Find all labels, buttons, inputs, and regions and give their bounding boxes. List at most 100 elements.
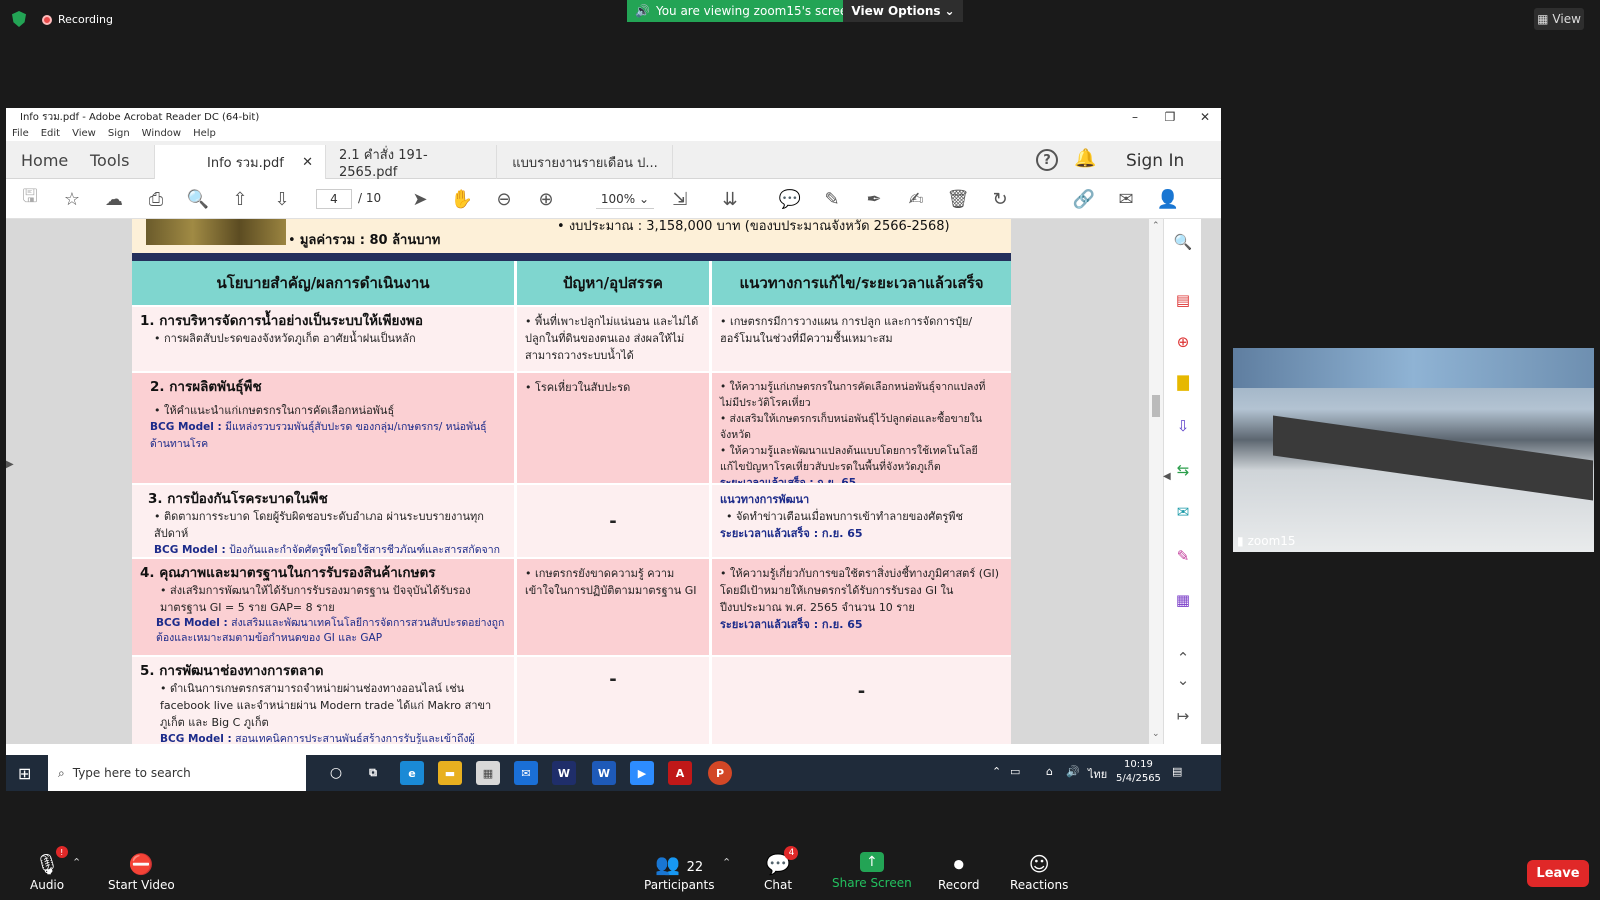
view-options-button[interactable]: View Options ⌄: [843, 0, 963, 22]
tab-home[interactable]: Home: [21, 141, 68, 179]
link-icon[interactable]: 🔗: [1072, 187, 1096, 211]
record-button[interactable]: ⏺ Record: [938, 852, 979, 892]
save-icon[interactable]: 🖫: [18, 186, 42, 211]
panel-down-icon[interactable]: ⌄: [1172, 669, 1194, 691]
recording-indicator[interactable]: Recording: [42, 13, 113, 26]
search-tools-icon[interactable]: 🔍: [1172, 231, 1194, 253]
share-tool-icon[interactable]: ✉: [1172, 501, 1194, 523]
tray-language[interactable]: ไทย: [1088, 765, 1107, 783]
zoom-search-icon[interactable]: 🔍: [186, 187, 210, 211]
right-panel-toggle-icon[interactable]: ◀: [1163, 471, 1171, 482]
highlight-pen-icon[interactable]: ✎: [820, 187, 844, 211]
word-icon[interactable]: W: [592, 761, 616, 785]
row-deadline: ระยะเวลาแล้วเสร็จ : ก.ย. 65: [720, 618, 863, 631]
share-screen-button[interactable]: ↑ Share Screen: [832, 852, 912, 890]
delete-trash-icon[interactable]: 🗑: [946, 187, 970, 211]
comment-tool-icon[interactable]: ▇: [1172, 371, 1194, 393]
create-pdf-icon[interactable]: ⊕: [1172, 331, 1194, 353]
doc-tab-3[interactable]: แบบรายงานรายเดือน ป...: [498, 145, 673, 179]
menu-help[interactable]: Help: [193, 128, 216, 139]
minimize-button[interactable]: –: [1116, 108, 1154, 126]
search-placeholder: Type here to search: [72, 766, 191, 780]
zoom-app-icon[interactable]: ▶: [630, 761, 654, 785]
menu-view[interactable]: View: [72, 128, 96, 139]
audio-button[interactable]: 🎙! Audio: [30, 846, 68, 892]
print-icon[interactable]: ⎙: [144, 187, 168, 211]
edit-pdf-icon[interactable]: ✍: [904, 187, 928, 211]
scroll-thumb[interactable]: [1152, 395, 1160, 417]
fit-page-icon[interactable]: ⇲: [668, 187, 692, 211]
start-video-button[interactable]: ⛔ Start Video: [108, 852, 175, 892]
restore-button[interactable]: ❐: [1151, 108, 1189, 126]
close-tab-icon[interactable]: ✕: [302, 155, 313, 170]
start-windows-icon[interactable]: ⊞: [18, 764, 31, 783]
panel-up-icon[interactable]: ⌃: [1172, 647, 1194, 669]
form-tool-icon[interactable]: ▦: [1172, 589, 1194, 611]
sign-in-link[interactable]: Sign In: [1126, 151, 1184, 171]
bookmark-star-icon[interactable]: ☆: [60, 187, 84, 211]
task-view-icon[interactable]: ⧉: [361, 761, 385, 785]
scroll-up-icon[interactable]: ⌃: [1152, 221, 1160, 231]
close-window-button[interactable]: ✕: [1186, 108, 1224, 126]
participants-menu-chevron-icon[interactable]: ⌃: [722, 856, 731, 869]
tray-overflow-icon[interactable]: ⌃: [992, 765, 1001, 778]
leave-button[interactable]: Leave: [1527, 860, 1589, 887]
participants-button[interactable]: 👥 22 Participants: [644, 852, 715, 892]
tray-network-icon[interactable]: ⌂: [1046, 765, 1053, 778]
help-icon[interactable]: ?: [1036, 149, 1058, 171]
tray-volume-icon[interactable]: 🔊: [1066, 765, 1080, 778]
document-area[interactable]: ▶ • มูลค่ารวม : 80 ล้านบาท • งบประมาณ : …: [6, 219, 1221, 744]
comment-icon[interactable]: 💬: [778, 187, 802, 211]
security-shield-icon[interactable]: [12, 11, 26, 27]
webex-icon[interactable]: W: [552, 761, 576, 785]
vertical-scrollbar[interactable]: ⌃ ⌄: [1149, 219, 1163, 744]
powerpoint-icon[interactable]: P: [708, 761, 732, 785]
zoom-out-icon[interactable]: ⊖: [492, 187, 516, 211]
zoom-in-icon[interactable]: ⊕: [534, 187, 558, 211]
table-row-5-problem: -: [517, 655, 709, 744]
hand-tool-icon[interactable]: ✋: [450, 187, 474, 211]
organize-pages-icon[interactable]: ▤: [1172, 289, 1194, 311]
zoom-level-select[interactable]: 100% ⌄: [596, 189, 654, 209]
upload-cloud-icon[interactable]: ☁: [102, 187, 126, 211]
compress-icon[interactable]: ⇆: [1172, 459, 1194, 481]
add-user-icon[interactable]: 👤: [1156, 187, 1180, 211]
reactions-button[interactable]: ☺ Reactions: [1010, 852, 1068, 892]
email-icon[interactable]: ✉: [1114, 187, 1138, 211]
tray-battery-icon[interactable]: ▭: [1010, 765, 1020, 778]
view-button[interactable]: ▦ View: [1534, 8, 1584, 30]
participant-video-tile[interactable]: ▮ zoom15: [1233, 348, 1594, 552]
audio-menu-chevron-icon[interactable]: ⌃: [72, 856, 81, 869]
collapse-panel-icon[interactable]: ↦: [1172, 705, 1194, 727]
export-pdf-icon[interactable]: ⇩: [1172, 415, 1194, 437]
notification-center-icon[interactable]: ▤: [1172, 765, 1182, 778]
chat-button[interactable]: 💬 4 Chat: [764, 846, 799, 892]
select-cursor-icon[interactable]: ➤: [408, 187, 432, 211]
rotate-icon[interactable]: ↻: [988, 187, 1012, 211]
file-explorer-icon[interactable]: ▬: [438, 761, 462, 785]
left-panel-toggle-icon[interactable]: ▶: [6, 459, 14, 470]
store-icon[interactable]: ▦: [476, 761, 500, 785]
acrobat-app-icon[interactable]: A: [668, 761, 692, 785]
doc-tab-2[interactable]: 2.1 คำสั่ง 191-2565.pdf: [327, 145, 497, 180]
row-title: 3. การป้องกันโรคระบาดในพืช: [148, 491, 328, 507]
edge-icon[interactable]: e: [400, 761, 424, 785]
cortana-icon[interactable]: ○: [324, 761, 348, 785]
scroll-down-icon[interactable]: ⌄: [1152, 729, 1160, 739]
sign-tool-icon[interactable]: ✎: [1172, 545, 1194, 567]
page-number-input[interactable]: 4: [316, 189, 352, 209]
notification-bell-icon[interactable]: 🔔: [1074, 148, 1096, 169]
doc-tab-active[interactable]: Info รวม.pdf ✕: [154, 145, 326, 179]
menu-edit[interactable]: Edit: [41, 128, 60, 139]
menu-window[interactable]: Window: [142, 128, 181, 139]
menu-file[interactable]: File: [12, 128, 29, 139]
taskbar-clock[interactable]: 10:19 5/4/2565: [1116, 758, 1161, 786]
next-page-icon[interactable]: ⇩: [270, 187, 294, 211]
menu-sign[interactable]: Sign: [108, 128, 130, 139]
fill-sign-icon[interactable]: ✒: [862, 187, 886, 211]
tab-tools[interactable]: Tools: [90, 141, 129, 179]
previous-page-icon[interactable]: ⇧: [228, 187, 252, 211]
taskbar-search[interactable]: ⌕ Type here to search: [48, 755, 306, 791]
scroll-mode-icon[interactable]: ⇊: [718, 187, 742, 211]
mail-icon[interactable]: ✉: [514, 761, 538, 785]
